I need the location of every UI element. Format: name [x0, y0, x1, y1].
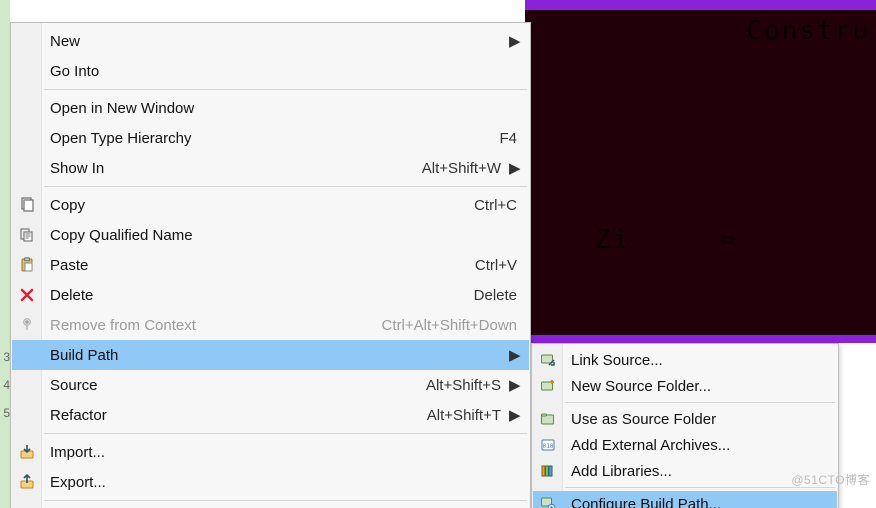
copy-icon	[18, 196, 36, 214]
menu-item-copy[interactable]: Copy Ctrl+C	[12, 190, 529, 220]
submenu-arrow-icon: ▶	[509, 376, 517, 394]
menu-item-copy-qualified-name[interactable]: Copy Qualified Name	[12, 220, 529, 250]
submenu-arrow-icon: ▶	[509, 406, 517, 424]
menu-label: Copy Qualified Name	[50, 227, 517, 244]
menu-label: Delete	[50, 287, 458, 304]
obscured-text: =	[720, 225, 738, 255]
menu-label: Remove from Context	[50, 317, 366, 334]
menu-separator	[565, 487, 835, 488]
menu-item-build-path[interactable]: Build Path ▶	[12, 340, 529, 370]
menu-item-add-external-archives[interactable]: 010 Add External Archives...	[533, 432, 837, 458]
obscured-text: Constru	[746, 16, 870, 46]
gutter-number: 3	[0, 350, 10, 364]
menu-item-use-as-source-folder[interactable]: Use as Source Folder	[533, 406, 837, 432]
menu-label: Link Source...	[571, 352, 825, 369]
menu-item-refactor[interactable]: Refactor Alt+Shift+T ▶	[12, 400, 529, 430]
menu-accel: Alt+Shift+T	[427, 407, 501, 424]
menu-accel: Ctrl+C	[474, 197, 517, 214]
project-context-menu: New ▶ Go Into Open in New Window Open Ty…	[10, 22, 531, 508]
menu-label: New	[50, 33, 501, 50]
menu-label: Copy	[50, 197, 458, 214]
import-icon	[18, 443, 36, 461]
menu-separator	[44, 433, 527, 434]
menu-item-new[interactable]: New ▶	[12, 26, 529, 56]
menu-item-open-new-window[interactable]: Open in New Window	[12, 93, 529, 123]
archive-icon: 010	[539, 436, 557, 454]
menu-label: New Source Folder...	[571, 378, 825, 395]
link-source-icon	[539, 351, 557, 369]
menu-item-open-type-hierarchy[interactable]: Open Type Hierarchy F4	[12, 123, 529, 153]
obscured-text: Zi	[595, 225, 630, 255]
menu-label: Open in New Window	[50, 100, 517, 117]
submenu-arrow-icon: ▶	[509, 32, 517, 50]
menu-item-paste[interactable]: Paste Ctrl+V	[12, 250, 529, 280]
menu-label: Show In	[50, 160, 406, 177]
menu-separator	[44, 186, 527, 187]
submenu-arrow-icon: ▶	[509, 346, 517, 364]
menu-item-export[interactable]: Export...	[12, 467, 529, 497]
menu-label: Open Type Hierarchy	[50, 130, 483, 147]
source-folder-icon	[539, 410, 557, 428]
menu-label: Import...	[50, 444, 517, 461]
menu-label: Configure Build Path...	[571, 496, 825, 508]
menu-item-remove-from-context: Remove from Context Ctrl+Alt+Shift+Down	[12, 310, 529, 340]
menu-item-configure-build-path[interactable]: Configure Build Path...	[533, 491, 837, 508]
menu-accel: Delete	[474, 287, 517, 304]
menu-label: Use as Source Folder	[571, 411, 825, 428]
menu-label: Go Into	[50, 63, 517, 80]
gutter-number: 4	[0, 378, 10, 392]
menu-item-go-into[interactable]: Go Into	[12, 56, 529, 86]
menu-item-add-libraries[interactable]: Add Libraries...	[533, 458, 837, 484]
gutter-number: 5	[0, 406, 10, 420]
menu-label: Add Libraries...	[571, 463, 825, 480]
menu-separator	[44, 89, 527, 90]
menu-accel: Ctrl+V	[475, 257, 517, 274]
svg-text:010: 010	[543, 443, 554, 450]
paste-icon	[18, 256, 36, 274]
copy-qualified-icon	[18, 226, 36, 244]
new-source-folder-icon	[539, 377, 557, 395]
menu-accel: Ctrl+Alt+Shift+Down	[382, 317, 517, 334]
menu-label: Source	[50, 377, 410, 394]
menu-accel: Alt+Shift+W	[422, 160, 501, 177]
menu-label: Build Path	[50, 347, 501, 364]
menu-item-link-source[interactable]: Link Source...	[533, 347, 837, 373]
menu-item-show-in[interactable]: Show In Alt+Shift+W ▶	[12, 153, 529, 183]
menu-accel: Alt+Shift+S	[426, 377, 501, 394]
menu-label: Paste	[50, 257, 459, 274]
remove-context-icon	[18, 316, 36, 334]
menu-label: Refactor	[50, 407, 411, 424]
menu-item-source[interactable]: Source Alt+Shift+S ▶	[12, 370, 529, 400]
obscured-editor-panel: Constru Zi =	[525, 0, 876, 343]
menu-separator	[565, 402, 835, 403]
menu-label: Add External Archives...	[571, 437, 825, 454]
export-icon	[18, 473, 36, 491]
menu-item-new-source-folder[interactable]: New Source Folder...	[533, 373, 837, 399]
submenu-arrow-icon: ▶	[509, 159, 517, 177]
menu-accel: F4	[499, 130, 517, 147]
library-icon	[539, 462, 557, 480]
menu-item-delete[interactable]: Delete Delete	[12, 280, 529, 310]
menu-item-import[interactable]: Import...	[12, 437, 529, 467]
menu-label: Export...	[50, 474, 517, 491]
configure-build-path-icon	[539, 495, 557, 508]
menu-separator	[44, 500, 527, 501]
build-path-submenu: Link Source... New Source Folder... Use …	[531, 343, 839, 508]
editor-gutter: 3 4 5	[0, 0, 10, 508]
delete-icon	[18, 286, 36, 304]
